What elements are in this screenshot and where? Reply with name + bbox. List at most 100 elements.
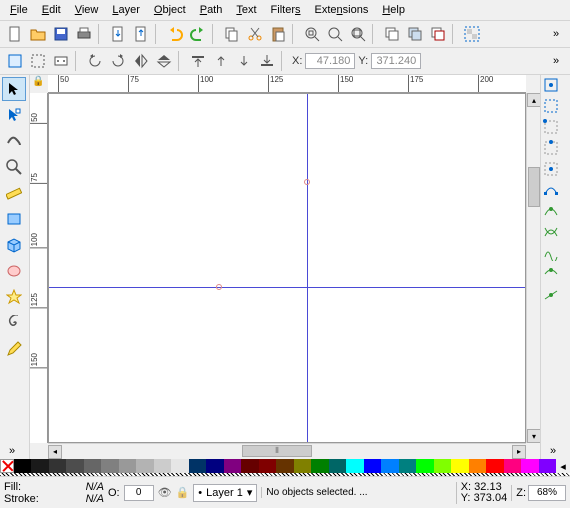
new-button[interactable] [4,23,26,45]
lower-icon[interactable] [233,50,255,72]
palette-menu-icon[interactable]: ◂ [556,459,570,473]
open-button[interactable] [27,23,49,45]
select-bbox-icon[interactable] [27,50,49,72]
zoom-drawing-button[interactable] [324,23,346,45]
menu-edit[interactable]: Edit [36,2,67,18]
snap-path-icon[interactable] [543,203,568,222]
copy-button[interactable] [221,23,243,45]
color-swatch[interactable] [346,459,363,473]
unlink-clone-button[interactable] [427,23,449,45]
snap-edge-icon[interactable] [543,140,568,159]
color-swatch[interactable] [416,459,433,473]
measure-tool[interactable] [2,181,26,205]
menu-view[interactable]: View [69,2,105,18]
snap-smooth-icon[interactable] [543,266,568,285]
menu-text[interactable]: Text [230,2,262,18]
color-swatch[interactable] [364,459,381,473]
export-button[interactable] [130,23,152,45]
ruler-vertical[interactable]: 50 75 100 125 150 [30,93,48,443]
spiral-tool[interactable] [2,311,26,335]
layer-lock-icon[interactable]: 🔒 [176,486,190,499]
color-swatch[interactable] [399,459,416,473]
snap-midpoint-icon[interactable] [543,287,568,306]
paste-button[interactable] [267,23,289,45]
undo-button[interactable] [164,23,186,45]
raise-top-icon[interactable] [187,50,209,72]
pencil-tool[interactable] [2,337,26,361]
horizontal-scrollbar[interactable]: ◂ ⦀ ▸ [48,443,526,459]
star-tool[interactable] [2,285,26,309]
color-swatch[interactable] [154,459,171,473]
color-swatch[interactable] [241,459,258,473]
flip-h-icon[interactable] [130,50,152,72]
color-swatch[interactable] [206,459,223,473]
color-swatch[interactable] [14,459,31,473]
lock-icon[interactable]: 🔒 [32,76,44,87]
rotate-ccw-icon[interactable] [84,50,106,72]
color-swatch[interactable] [171,459,188,473]
selector-tool[interactable] [2,77,26,101]
toolbar-overflow-icon[interactable]: » [546,28,566,40]
save-button[interactable] [50,23,72,45]
ellipse-tool[interactable] [2,259,26,283]
menu-extensions[interactable]: Extensions [309,2,375,18]
snap-nodes-icon[interactable] [543,182,568,201]
scroll-right-icon[interactable]: ▸ [512,445,526,459]
color-swatch[interactable] [276,459,293,473]
tweak-tool[interactable] [2,129,26,153]
flip-v-icon[interactable] [153,50,175,72]
scroll-down-icon[interactable]: ▾ [527,429,540,443]
lower-bottom-icon[interactable] [256,50,278,72]
redo-button[interactable] [187,23,209,45]
menu-filters[interactable]: Filters [265,2,307,18]
group-button[interactable] [461,23,483,45]
color-swatch[interactable] [451,459,468,473]
color-swatch[interactable] [539,459,556,473]
snap-enable-icon[interactable] [543,77,568,96]
guide-horizontal[interactable] [49,287,525,288]
color-swatch[interactable] [136,459,153,473]
raise-icon[interactable] [210,50,232,72]
menu-help[interactable]: Help [376,2,411,18]
color-swatch[interactable] [224,459,241,473]
color-swatch[interactable] [294,459,311,473]
print-button[interactable] [73,23,95,45]
color-swatch[interactable] [84,459,101,473]
color-swatch[interactable] [31,459,48,473]
snap-intersect-icon[interactable] [543,224,568,243]
menu-path[interactable]: Path [194,2,229,18]
color-swatch[interactable] [66,459,83,473]
scroll-left-icon[interactable]: ◂ [48,445,62,459]
zoom-control[interactable]: Z: [511,485,566,501]
color-swatch[interactable] [434,459,451,473]
menu-object[interactable]: Object [148,2,192,18]
menu-file[interactable]: File [4,2,34,18]
zoom-page-button[interactable] [347,23,369,45]
snap-center-icon[interactable] [543,161,568,180]
rotate-cw-icon[interactable] [107,50,129,72]
color-swatch[interactable] [119,459,136,473]
opacity-input[interactable] [124,485,154,501]
vertical-scrollbar[interactable]: ▴ ▾ [526,93,540,443]
layer-selector[interactable]: •Layer 1 ▾ [193,484,257,502]
color-swatch[interactable] [311,459,328,473]
guide-node[interactable] [304,179,310,185]
snap-cusp-icon[interactable] [543,245,568,264]
color-swatch[interactable] [189,459,206,473]
toolbox-overflow-icon[interactable]: » [2,445,22,457]
color-swatch[interactable] [101,459,118,473]
color-swatch[interactable] [504,459,521,473]
cut-button[interactable] [244,23,266,45]
zoom-input[interactable] [528,485,566,501]
guide-node[interactable] [216,284,222,290]
x-coord-input[interactable]: 47.180 [305,53,355,69]
toggle-selection-cue-icon[interactable] [50,50,72,72]
no-color-swatch[interactable] [0,459,14,473]
fill-stroke-indicator[interactable]: Fill:N/A Stroke:N/A [4,481,104,505]
snap-overflow-icon[interactable]: » [543,445,563,457]
box3d-tool[interactable] [2,233,26,257]
snap-bbox-icon[interactable] [543,98,568,117]
canvas[interactable] [48,93,526,443]
color-swatch[interactable] [486,459,503,473]
layer-visibility-icon[interactable]: 👁 [158,486,172,499]
